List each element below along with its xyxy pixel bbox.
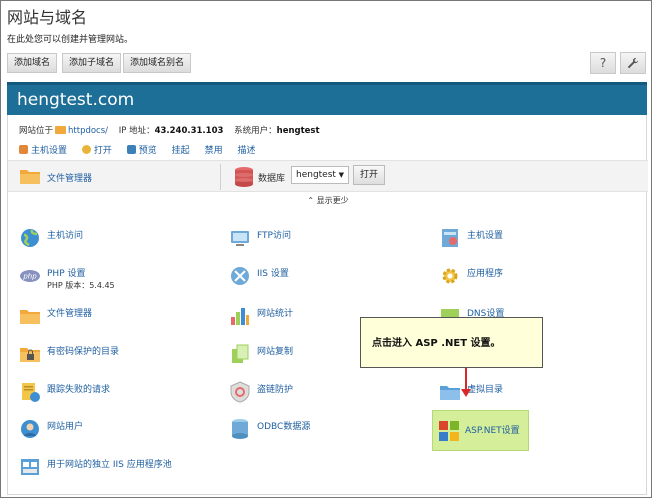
database-open-button[interactable]: 打开 xyxy=(353,165,385,185)
aspnet-icon xyxy=(439,421,459,441)
tool-file-manager[interactable]: 文件管理器 xyxy=(19,303,219,329)
help-icon[interactable]: ? xyxy=(590,52,616,74)
virtual-dir-icon xyxy=(440,386,460,400)
ftp-icon xyxy=(231,231,249,246)
hosting-settings-icon xyxy=(19,145,28,154)
tooltip-callout: 点击进入 ASP .NET 设置。 xyxy=(360,317,543,368)
arrow-down-icon xyxy=(461,389,471,397)
ip-value: 43.240.31.103 xyxy=(154,126,224,136)
folder-icon xyxy=(55,126,67,134)
app-pool-icon xyxy=(21,459,39,475)
tool-ftp-access[interactable]: FTP访问 xyxy=(229,225,409,251)
open-icon xyxy=(81,145,91,154)
show-less-toggle[interactable]: ⌃ 显示更少 xyxy=(8,195,648,206)
domain-actions: 主机设置 打开 预览 挂起 禁用 描述 xyxy=(19,143,267,156)
tool-hotlink-protection[interactable]: 盗链防护 xyxy=(229,379,409,405)
location-label: 网站位于 xyxy=(19,126,54,136)
system-user-value: hengtest xyxy=(276,126,320,136)
stats-icon xyxy=(231,308,249,325)
add-subdomain-button[interactable]: 添加子域名 xyxy=(62,53,122,73)
hosting-settings-icon xyxy=(442,229,458,247)
tool-iis-settings[interactable]: IIS 设置 xyxy=(229,263,409,289)
ip-label: IP 地址： xyxy=(118,126,155,136)
file-manager-folder-icon xyxy=(20,170,40,184)
action-hosting-settings[interactable]: 主机设置 xyxy=(19,143,67,156)
tool-failed-requests[interactable]: 跟踪失败的请求 xyxy=(19,379,219,405)
callout-text: 点击进入 ASP .NET 设置。 xyxy=(372,338,501,349)
applications-icon xyxy=(442,268,458,284)
tool-odbc[interactable]: ODBC数据源 xyxy=(229,416,409,442)
database-icon xyxy=(235,167,253,187)
action-preview[interactable]: 预览 xyxy=(126,143,157,156)
action-description[interactable]: 描述 xyxy=(237,143,255,156)
php-icon: php xyxy=(20,270,40,282)
tool-web-users[interactable]: 网站用户 xyxy=(19,416,219,442)
system-user-label: 系统用户： xyxy=(234,126,277,136)
chevron-up-icon: ⌃ xyxy=(307,196,315,205)
domain-info: 网站位于 httpdocs/ IP 地址：43.240.31.103 系统用户：h… xyxy=(19,124,320,136)
hosting-access-icon xyxy=(21,229,39,247)
page-subtitle: 在此处您可以创建并管理网站。 xyxy=(7,35,134,45)
divider xyxy=(220,164,221,190)
domain-panel: 网站位于 httpdocs/ IP 地址：43.240.31.103 系统用户：h… xyxy=(7,115,648,495)
action-open[interactable]: 打开 xyxy=(81,143,112,156)
iis-icon xyxy=(231,267,249,285)
quick-file-manager-link[interactable]: 文件管理器 xyxy=(47,171,92,184)
add-alias-button[interactable]: 添加域名别名 xyxy=(123,53,192,73)
tool-iis-app-pool[interactable]: 用于网站的独立 IIS 应用程序池 xyxy=(19,454,239,480)
action-suspend[interactable]: 挂起 xyxy=(172,143,190,156)
window-frame: 网站与域名 在此处您可以创建并管理网站。 添加域名 添加子域名 添加域名别名 ?… xyxy=(0,0,652,498)
svg-text:php: php xyxy=(22,273,37,281)
database-label: 数据库 xyxy=(258,174,286,184)
copy-icon xyxy=(232,344,249,363)
action-disable[interactable]: 禁用 xyxy=(205,143,223,156)
domain-header: hengtest.com xyxy=(7,82,647,115)
quick-access-bar: 文件管理器 数据库 hengtest 打开 xyxy=(8,160,648,192)
add-domain-button[interactable]: 添加域名 xyxy=(7,53,58,73)
preview-icon xyxy=(126,145,136,154)
domain-name[interactable]: hengtest.com xyxy=(17,90,134,110)
failed-request-icon xyxy=(22,383,40,402)
php-version: PHP 版本：5.4.45 xyxy=(47,281,115,290)
location-path-link[interactable]: httpdocs/ xyxy=(68,126,108,136)
tool-protected-dirs[interactable]: 有密码保护的目录 xyxy=(19,341,219,367)
wrench-icon[interactable] xyxy=(620,52,646,74)
tool-php-settings[interactable]: php PHP 设置 PHP 版本：5.4.45 xyxy=(19,263,219,290)
tool-hosting-settings[interactable]: 主机设置 xyxy=(439,225,619,251)
web-users-icon xyxy=(21,420,39,438)
folder-icon xyxy=(20,310,40,324)
page-title: 网站与域名 xyxy=(7,8,88,27)
hotlink-icon xyxy=(230,381,250,403)
tool-aspnet-settings[interactable]: ASP.NET设置 xyxy=(432,410,529,451)
tool-applications[interactable]: 应用程序 xyxy=(439,263,619,289)
protected-folder-icon xyxy=(20,348,40,362)
tool-hosting-access[interactable]: 主机访问 xyxy=(19,225,219,251)
database-select[interactable]: hengtest xyxy=(291,166,349,184)
odbc-icon xyxy=(232,419,248,439)
